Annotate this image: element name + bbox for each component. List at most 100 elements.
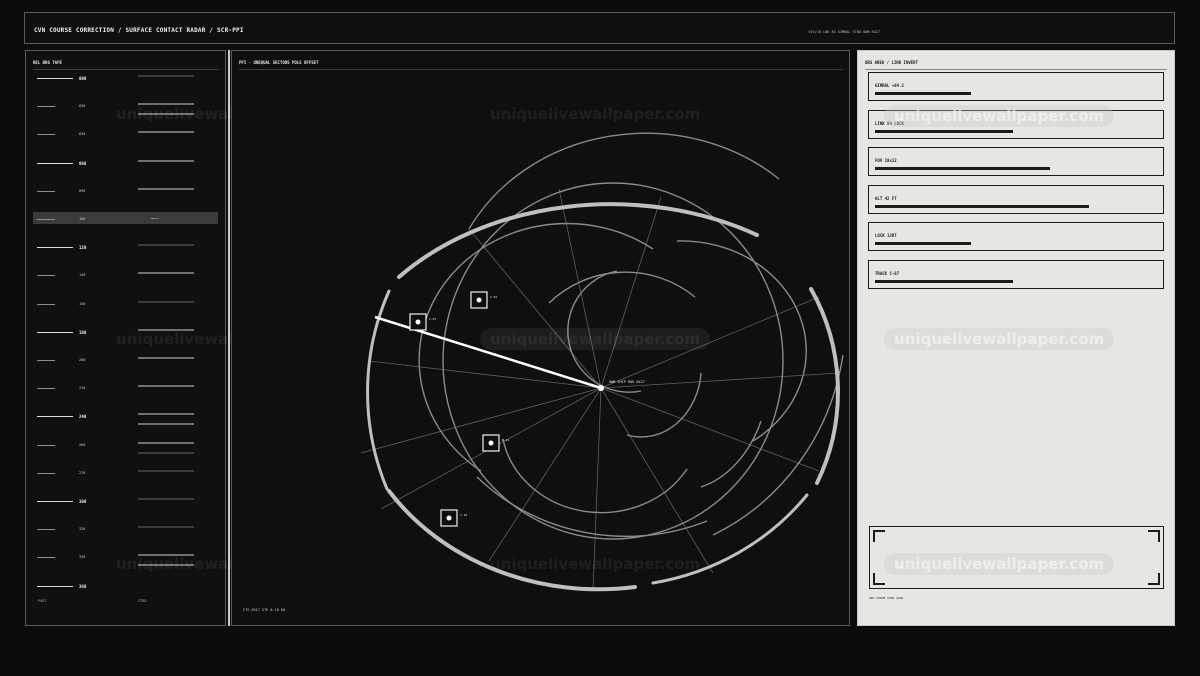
card-label: ALT 42 FT: [875, 195, 897, 201]
bearing-tape-panel: REL BRG TAPE SWEEP 000 030 030 060 090 100 120…: [25, 50, 326, 626]
own-ship-marker: [598, 385, 604, 391]
frame-corner: [1148, 573, 1160, 585]
ppi-radar-panel: PPI · UNEQUAL SECTORS POLE OFFSET OWN SH…: [231, 50, 850, 626]
frame-corner: [1148, 530, 1160, 542]
bearing-bar: [138, 451, 194, 454]
card-level-bar: [875, 167, 1050, 171]
contact-dot: [446, 515, 452, 521]
bearing-tick: [37, 331, 73, 333]
frame-corner: [873, 530, 885, 542]
divider-line: [33, 69, 219, 70]
bearing-tick: [37, 360, 55, 361]
watermark: uniquelivewallpaper.com: [490, 555, 701, 573]
bearing-bar: [138, 357, 194, 359]
sweep-highlight[interactable]: SWEEP: [33, 212, 218, 224]
card-level-bar: [875, 280, 1013, 283]
bearing-tick: [37, 416, 73, 418]
bearing-tick: [37, 275, 55, 277]
radar-contact[interactable]: C-01: [470, 291, 497, 309]
outer-scope-arcs: [366, 202, 840, 592]
bearing-tick: [37, 501, 73, 502]
header-bar: CVN COURSE CORRECTION / SURFACE CONTACT …: [24, 12, 1175, 44]
obs-area-panel: OBS AREA / LINK INVERT GIMBAL +84.2 LINK …: [857, 50, 1175, 626]
bearing-label: 180: [79, 329, 87, 335]
page-title: CVN COURSE CORRECTION / SURFACE CONTACT …: [34, 27, 244, 34]
bearing-bar: [138, 216, 194, 218]
bearing-label: 030: [79, 132, 86, 137]
panel-divider: [228, 50, 230, 626]
watermark: uniquelivewallpaper.com: [884, 553, 1115, 575]
card-level-bar: [875, 129, 1013, 133]
bearing-tick: [37, 472, 55, 474]
radar-contact[interactable]: C-18: [440, 509, 467, 527]
bearing-bar: [138, 187, 194, 190]
card-label: GIMBAL +84.2: [875, 83, 904, 88]
bearing-bar: [138, 469, 194, 472]
contact-dot: [476, 297, 482, 303]
contact-label: C-01: [490, 295, 497, 299]
card-label: LOCK 12RT: [875, 233, 897, 239]
bearing-label: 330: [79, 555, 86, 560]
frame-corner: [873, 573, 885, 585]
bearing-label: 270: [79, 470, 86, 475]
readout-card[interactable]: ALT 42 FT: [868, 184, 1164, 214]
card-label: FOV 18x12: [875, 158, 897, 164]
bearing-bar: [138, 244, 194, 247]
bearing-bar: [138, 423, 194, 426]
bearing-bar: [138, 526, 194, 529]
readout-card[interactable]: TRACK C-87: [868, 260, 1164, 289]
bearing-tick: [37, 106, 55, 108]
readout-card[interactable]: GIMBAL +84.2: [868, 72, 1164, 101]
radar-contact[interactable]: C-07: [409, 313, 436, 331]
bearing-bar: [138, 159, 194, 162]
bearing-label: 320: [79, 527, 86, 532]
bearing-label: 060: [79, 160, 87, 166]
bearing-bar: [138, 272, 194, 275]
bearing-bar: [138, 385, 194, 388]
bearing-tick: [37, 585, 73, 587]
bearing-bar: [138, 498, 194, 500]
readout-card[interactable]: FOV 18x12: [868, 147, 1164, 177]
panel-title: OBS AREA / LINK INVERT: [865, 60, 918, 65]
watermark: uniquelivewallpaper.com: [480, 328, 711, 350]
contact-label: C-07: [429, 317, 436, 321]
ppi-footer: CTS 8517 STE 8.10 KH: [243, 608, 286, 612]
port-label: PORT: [38, 599, 47, 603]
bearing-bar: [138, 75, 194, 77]
stbd-label: STBD: [138, 599, 147, 603]
contact-label: C-18: [460, 513, 467, 517]
frame-caption: OBS FRAME STBD QUAD: [869, 596, 904, 600]
bearing-label: 100: [79, 217, 86, 221]
bearing-tick: [37, 134, 55, 136]
contact-dot: [415, 319, 421, 325]
bearing-label: 000: [79, 76, 87, 81]
bearing-tick: [37, 303, 55, 305]
bearing-tick: [37, 78, 73, 79]
readout-card[interactable]: LOCK 12RT: [868, 222, 1164, 252]
panel-title: REL BRG TAPE: [33, 60, 62, 65]
bearing-label: 210: [79, 386, 86, 391]
watermark: uniquelivewallpaper.com: [884, 105, 1115, 127]
divider-line: [865, 69, 1167, 70]
bearing-tick: [37, 557, 55, 559]
card-level-bar: [875, 242, 971, 246]
bearing-label: 030: [79, 104, 86, 109]
bearing-bar: [138, 413, 194, 416]
card-level-bar: [875, 204, 1089, 208]
contact-label: C-12: [502, 438, 509, 442]
bearing-label: 140: [79, 273, 86, 278]
bearing-label: 260: [79, 442, 86, 447]
bearing-label: 300: [79, 499, 87, 504]
watermark: uniquelivewallpaper.com: [490, 105, 701, 123]
bearing-label: 200: [79, 358, 86, 362]
bearing-label: 360: [79, 583, 87, 589]
card-label: TRACK C-87: [875, 271, 900, 276]
bearing-bar: [138, 300, 194, 303]
bearing-tick: [37, 529, 55, 531]
own-ship-label: OWN SHIP HDG 8427: [609, 380, 645, 384]
bearing-tick: [37, 247, 73, 249]
bearing-tick: [37, 162, 73, 164]
bearing-label: 090: [79, 188, 86, 193]
card-level-bar: [875, 92, 971, 95]
bearing-tick: [37, 388, 55, 390]
